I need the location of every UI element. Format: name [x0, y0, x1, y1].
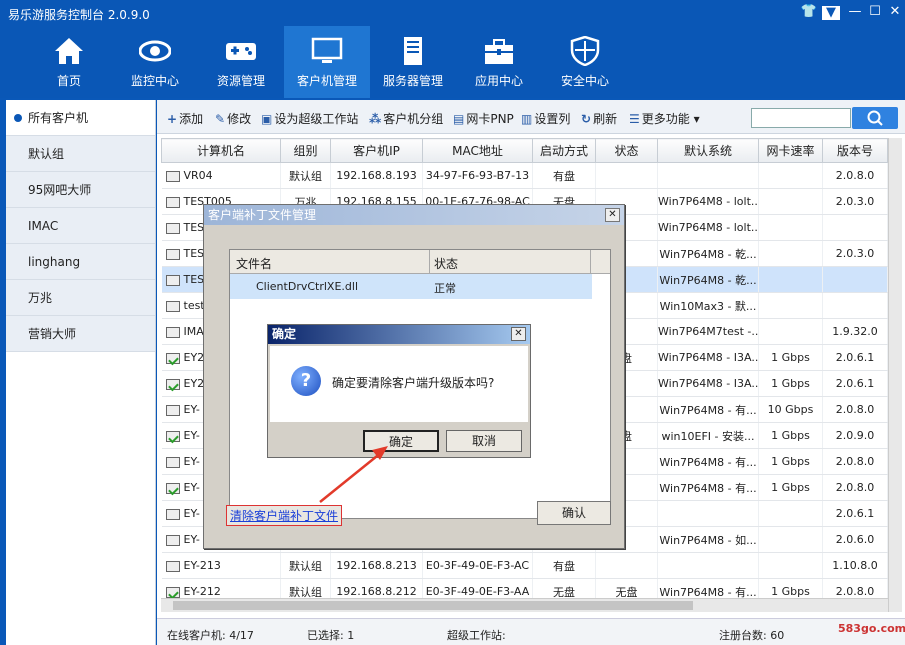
annotation-arrow-icon: [319, 446, 388, 503]
watermark: 583go.com: [838, 622, 905, 635]
